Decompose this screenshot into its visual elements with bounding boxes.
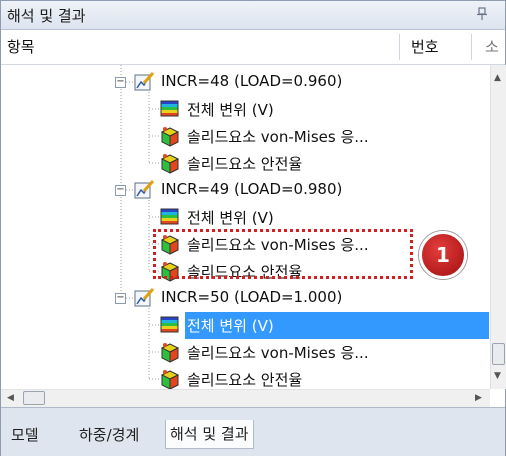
bottom-tab-bar: 모델 하중/경계 해석 및 결과 [1, 407, 505, 456]
solid-element-contour-icon [160, 235, 180, 255]
column-divider[interactable] [471, 34, 472, 60]
displacement-contour-icon [160, 100, 179, 117]
tree-node-label: 전체 변위 (V) [187, 317, 274, 335]
column-divider[interactable] [399, 34, 400, 60]
tab-analysis-results[interactable]: 해석 및 결과 [165, 420, 254, 449]
scroll-down-icon[interactable]: ▼ [494, 371, 501, 381]
result-step-icon [134, 179, 155, 199]
tree-node-label: INCR=50 (LOAD=1.000) [161, 288, 343, 306]
result-step-icon [134, 71, 155, 91]
column-header: 항목 번호 소 [1, 30, 505, 65]
tree-node-label: 전체 변위 (V) [187, 209, 274, 227]
tree-node-increment[interactable]: − INCR=49 (LOAD=0.980) [1, 177, 489, 204]
column-header-partial[interactable]: 소 [485, 30, 499, 64]
tree-node-label: INCR=49 (LOAD=0.980) [161, 180, 343, 198]
collapse-toggle-icon[interactable]: − [115, 185, 126, 196]
solid-element-contour-icon [160, 154, 180, 174]
vertical-scroll-thumb[interactable] [492, 343, 505, 365]
tree-node-result[interactable]: 솔리드요소 von-Mises 응... [1, 123, 489, 150]
panel-titlebar: 해석 및 결과 [1, 1, 505, 30]
solid-element-contour-icon [160, 370, 180, 389]
tree-node-result[interactable]: 솔리드요소 von-Mises 응... [1, 231, 489, 258]
collapse-toggle-icon[interactable]: − [115, 293, 126, 304]
tree-node-result[interactable]: 전체 변위 (V) [1, 312, 489, 339]
tree-node-label: 솔리드요소 안전율 [187, 263, 303, 281]
result-step-icon [134, 287, 155, 307]
tab-model[interactable]: 모델 [11, 422, 39, 448]
tree-node-label: 전체 변위 (V) [187, 101, 274, 119]
solid-element-contour-icon [160, 343, 180, 363]
tree-node-label: 솔리드요소 von-Mises 응... [187, 236, 369, 254]
panel-title: 해석 및 결과 [7, 7, 86, 25]
tree-node-label: 솔리드요소 안전율 [187, 371, 303, 389]
horizontal-scroll-thumb[interactable] [23, 391, 45, 405]
scroll-right-icon[interactable]: ▶ [475, 393, 482, 403]
result-tree: − INCR=48 (LOAD=0.960) 전체 변위 (V) 솔리드요소 von-… [1, 65, 489, 389]
analysis-results-panel: 해석 및 결과 항목 번호 소 − INCR=48 (LOAD=0.960) 전체 … [0, 0, 506, 456]
tree-node-result[interactable]: 전체 변위 (V) [1, 204, 489, 231]
tree-node-result[interactable]: 전체 변위 (V) [1, 96, 489, 123]
tree-node-label: INCR=48 (LOAD=0.960) [161, 72, 343, 90]
displacement-contour-icon [160, 208, 179, 225]
tree-node-increment[interactable]: − INCR=48 (LOAD=0.960) [1, 69, 489, 96]
tree-node-label: 솔리드요소 von-Mises 응... [187, 344, 369, 362]
collapse-toggle-icon[interactable]: − [115, 77, 126, 88]
displacement-contour-icon [160, 316, 179, 333]
solid-element-contour-icon [160, 262, 180, 282]
column-header-item[interactable]: 항목 [7, 30, 35, 64]
scroll-up-icon[interactable]: ▲ [494, 73, 501, 83]
solid-element-contour-icon [160, 127, 180, 147]
step-number-badge: 1 [419, 231, 467, 279]
tree-node-result[interactable]: 솔리드요소 안전율 [1, 150, 489, 177]
tree-node-result[interactable]: 솔리드요소 von-Mises 응... [1, 339, 489, 366]
tab-load-boundary[interactable]: 하중/경계 [79, 422, 139, 448]
vertical-scrollbar[interactable]: ▲ ▼ [490, 65, 506, 389]
tree-node-label: 솔리드요소 안전율 [187, 155, 303, 173]
horizontal-scrollbar[interactable]: ◀ ▶ [1, 389, 490, 407]
tree-node-result[interactable]: 솔리드요소 안전율 [1, 366, 489, 389]
tree-node-label: 솔리드요소 von-Mises 응... [187, 128, 369, 146]
tree-node-result[interactable]: 솔리드요소 안전율 [1, 258, 489, 285]
pin-icon[interactable] [476, 7, 488, 21]
scroll-left-icon[interactable]: ◀ [7, 393, 14, 403]
column-header-number[interactable]: 번호 [411, 30, 439, 64]
tree-node-increment[interactable]: − INCR=50 (LOAD=1.000) [1, 285, 489, 312]
